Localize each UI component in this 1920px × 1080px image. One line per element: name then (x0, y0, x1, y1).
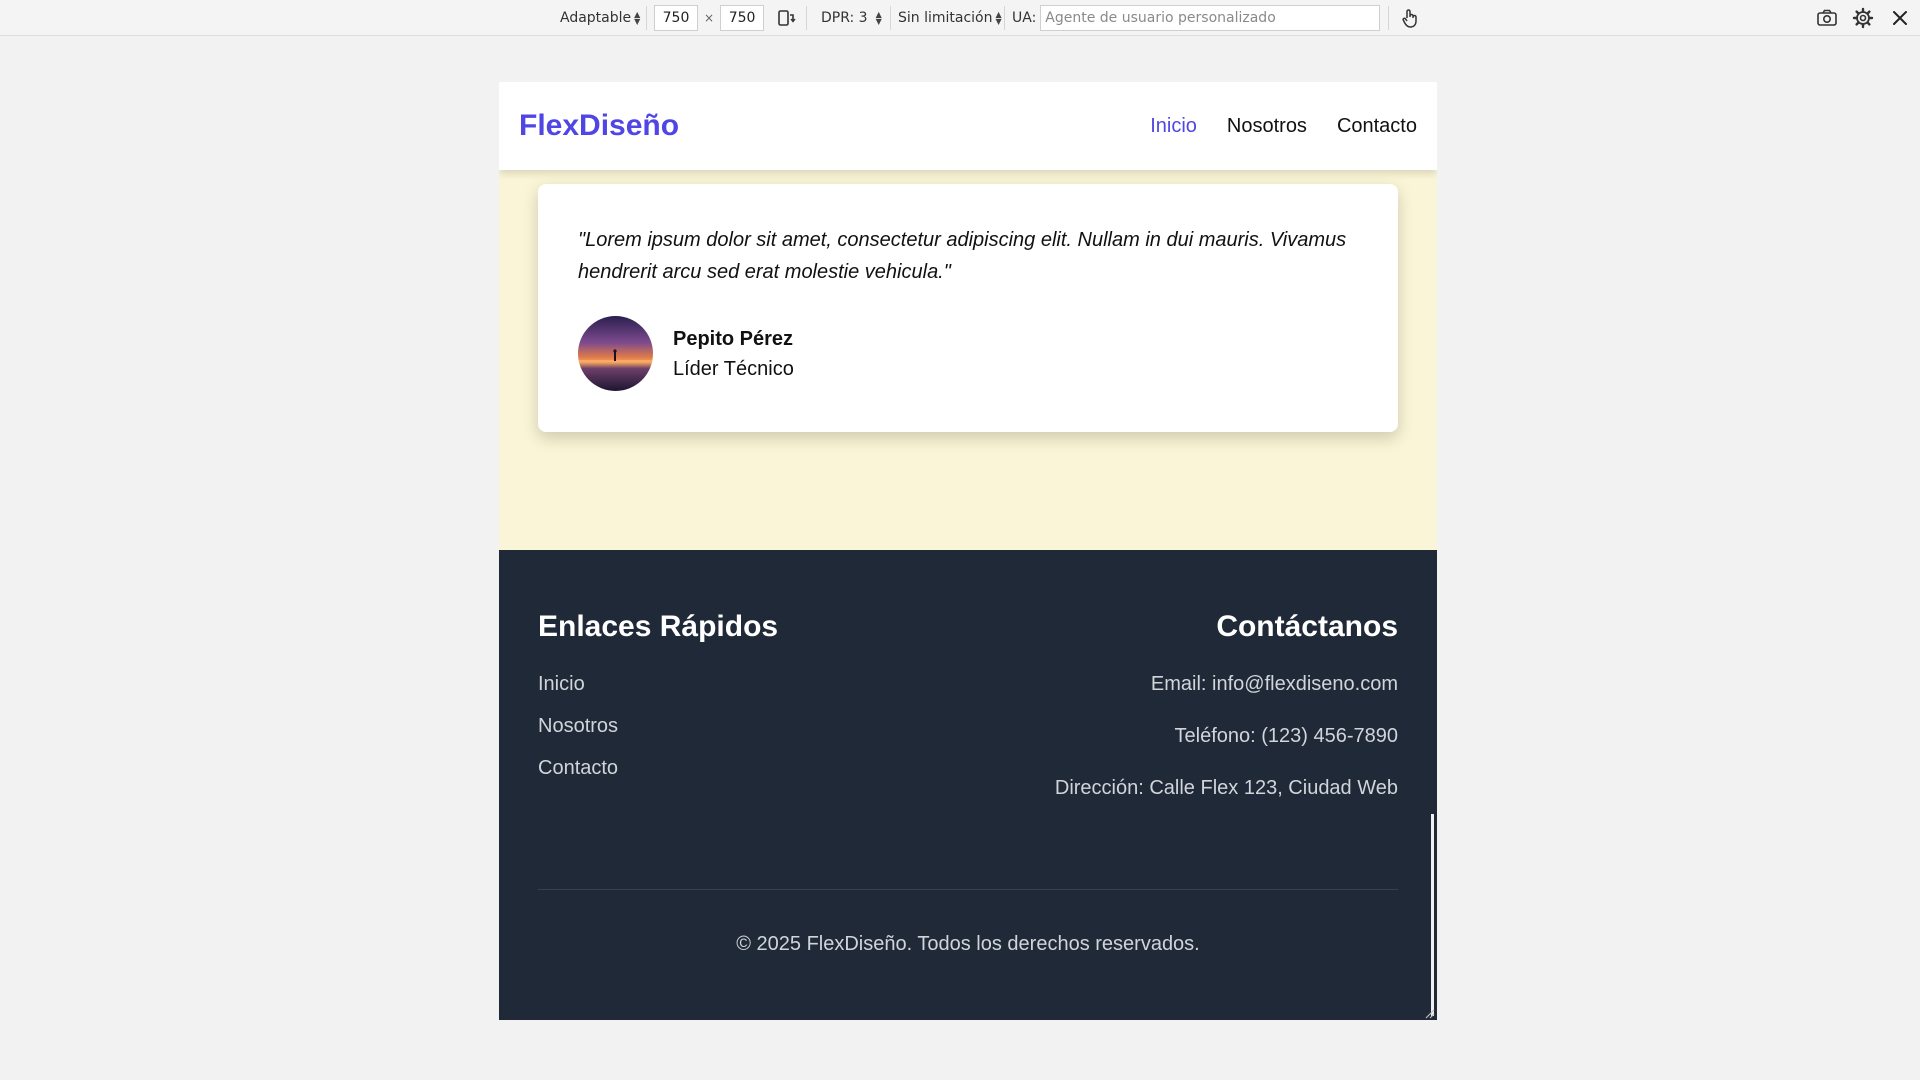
close-button[interactable] (1886, 0, 1914, 36)
contact-column: Contáctanos Email: info@flexdiseno.com T… (1055, 610, 1398, 800)
updown-icon: ▲ ▼ (995, 10, 1002, 26)
quick-links-list: Inicio Nosotros Contacto (538, 672, 778, 780)
dpr-label: DPR: 3 (821, 10, 868, 26)
footer-link-inicio[interactable]: Inicio (538, 672, 778, 696)
quick-links-column: Enlaces Rápidos Inicio Nosotros Contacto (538, 610, 778, 798)
scrollbar-thumb[interactable] (1431, 814, 1434, 1016)
settings-icon (1849, 4, 1877, 32)
contact-phone: Teléfono: (123) 456-7890 (1174, 725, 1399, 747)
separator (806, 6, 807, 30)
site-footer: Enlaces Rápidos Inicio Nosotros Contacto… (499, 550, 1437, 1020)
user-agent-input[interactable] (1040, 5, 1381, 31)
device-mode-select[interactable]: Adaptable ▲ ▼ (560, 0, 641, 36)
quick-links-heading: Enlaces Rápidos (538, 610, 779, 643)
author-name: Pepito Pérez (673, 327, 794, 350)
dimensions-group: × (654, 0, 765, 36)
nav-link-contacto[interactable]: Contacto (1337, 115, 1417, 138)
throttling-select[interactable]: Sin limitación ▲ ▼ (898, 0, 1003, 36)
author-info: Pepito Pérez Líder Técnico (673, 324, 794, 384)
width-input[interactable] (654, 5, 698, 31)
rotate-icon (772, 4, 800, 32)
footer-divider (538, 889, 1398, 890)
testimonial-card: "Lorem ipsum dolor sit amet, consectetur… (538, 184, 1398, 432)
devtools-toolbar: Adaptable ▲▼ × DPR: 3 ▲▼ Sin limitación … (0, 0, 1920, 36)
separator (646, 6, 647, 30)
separator (890, 6, 891, 30)
device-viewport: FlexDiseño Inicio Nosotros Contacto "Lor… (499, 82, 1437, 1020)
testimonial-author: Pepito Pérez Líder Técnico (578, 316, 1358, 391)
separator (1004, 6, 1005, 30)
contact-lines: Email: info@flexdiseno.com Teléfono: (12… (1055, 672, 1398, 800)
contact-email: Email: info@flexdiseno.com (1150, 673, 1398, 695)
times-sign: × (704, 11, 715, 25)
updown-icon: ▲ ▼ (875, 10, 882, 26)
touch-icon (1396, 4, 1424, 32)
rotate-button[interactable] (772, 0, 800, 36)
throttling-label: Sin limitación (898, 10, 993, 26)
settings-button[interactable] (1849, 0, 1877, 36)
ua-label: UA: (1012, 10, 1037, 26)
ua-group: UA: (1012, 0, 1381, 36)
site-header: FlexDiseño Inicio Nosotros Contacto (499, 82, 1437, 170)
main-nav: Inicio Nosotros Contacto (1150, 115, 1417, 138)
contact-heading: Contáctanos (1216, 610, 1398, 643)
screenshot-icon (1813, 4, 1841, 32)
footer-link-contacto[interactable]: Contacto (538, 756, 778, 780)
touch-button[interactable] (1396, 0, 1424, 36)
nav-link-nosotros[interactable]: Nosotros (1227, 115, 1307, 138)
author-role: Líder Técnico (673, 357, 794, 380)
resize-grip-icon[interactable] (1423, 1006, 1435, 1019)
dpr-select[interactable]: DPR: 3 ▲ ▼ (821, 0, 883, 36)
nav-link-inicio[interactable]: Inicio (1150, 115, 1197, 138)
device-mode-label: Adaptable (560, 10, 632, 26)
height-input[interactable] (720, 5, 765, 31)
copyright: © 2025 FlexDiseño. Todos los derechos re… (736, 933, 1200, 955)
avatar (578, 316, 653, 391)
contact-address: Dirección: Calle Flex 123, Ciudad Web (1054, 777, 1398, 799)
footer-link-nosotros[interactable]: Nosotros (538, 714, 778, 738)
site-logo[interactable]: FlexDiseño (519, 109, 679, 143)
screenshot-button[interactable] (1813, 0, 1841, 36)
updown-icon: ▲ ▼ (634, 10, 641, 26)
testimonial-quote: "Lorem ipsum dolor sit amet, consectetur… (578, 229, 1347, 283)
separator (1388, 6, 1389, 30)
close-icon (1886, 4, 1914, 32)
